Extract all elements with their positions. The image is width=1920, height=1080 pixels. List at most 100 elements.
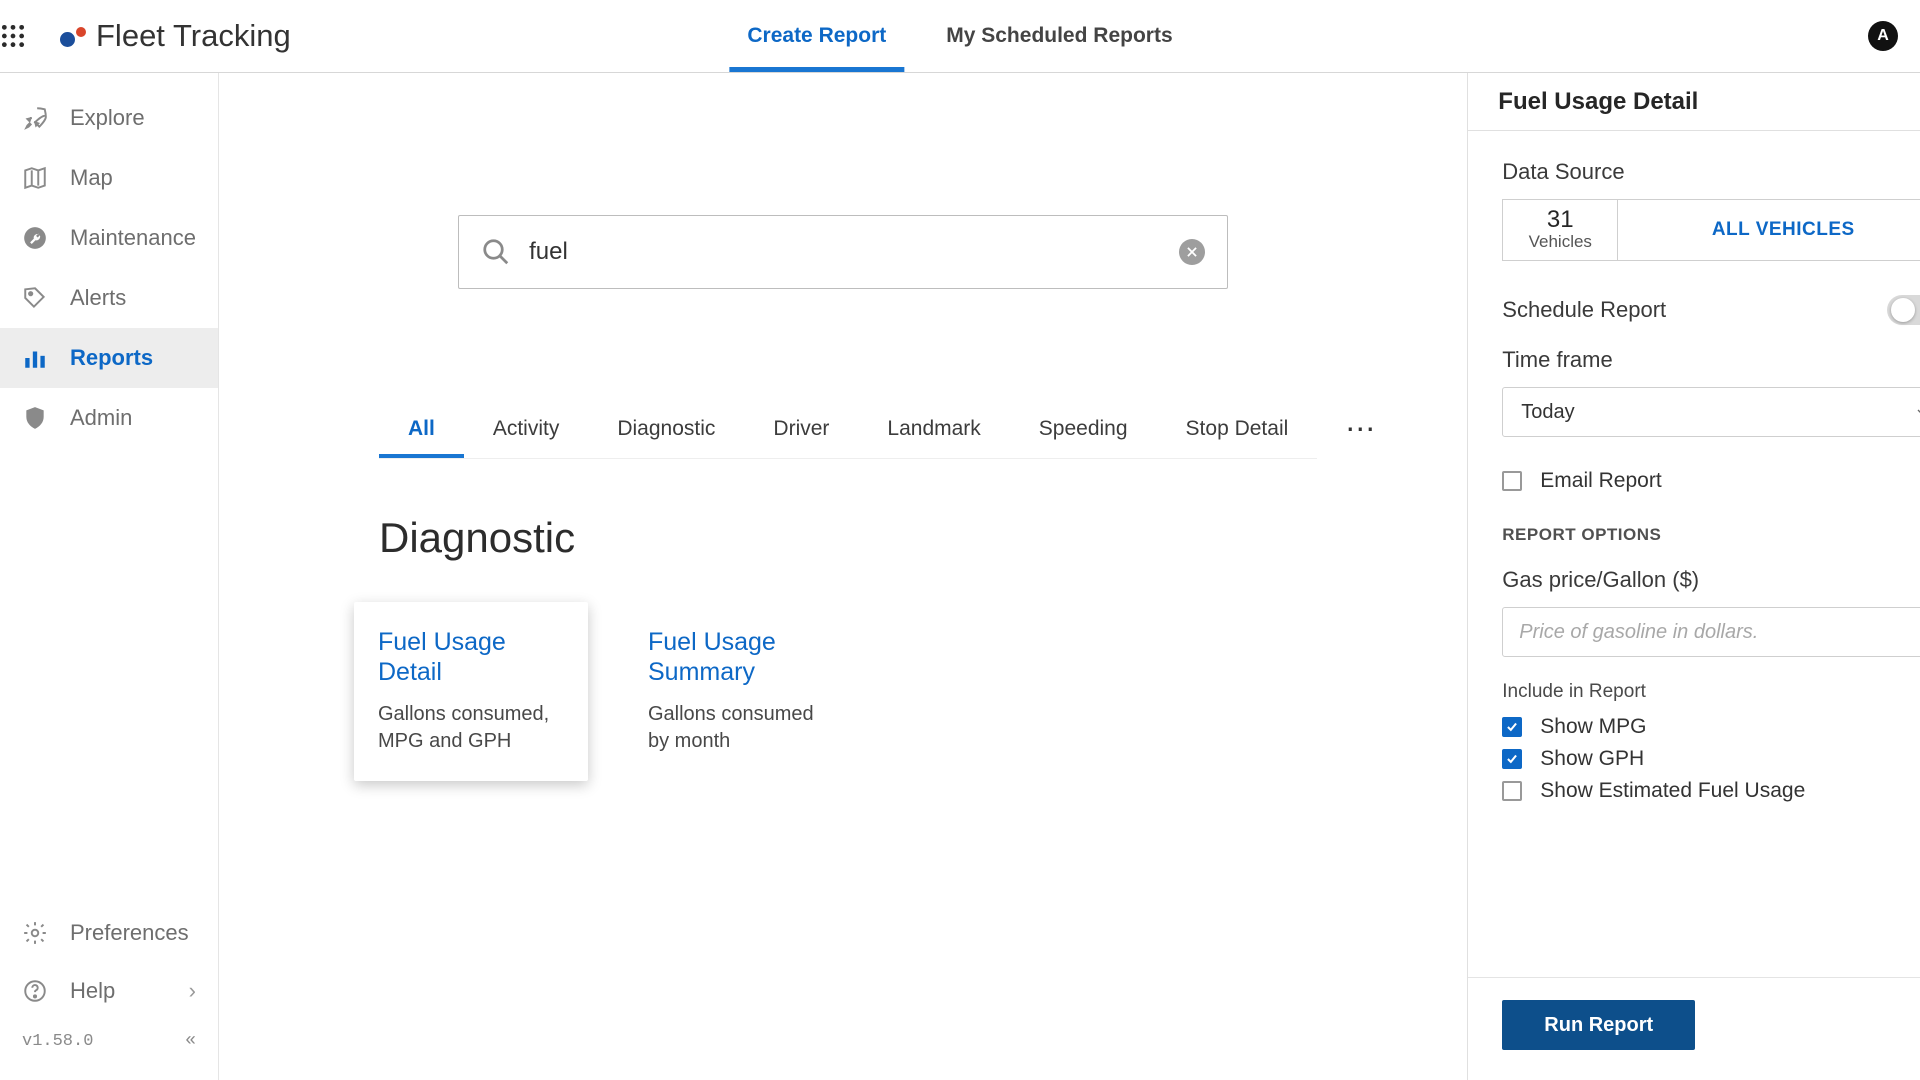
app-logo-icon — [60, 23, 86, 49]
category-tab-speeding[interactable]: Speeding — [1010, 399, 1157, 458]
chevron-down-icon — [1914, 404, 1920, 420]
panel-title: Fuel Usage Detail — [1498, 88, 1698, 116]
tab-scheduled-reports[interactable]: My Scheduled Reports — [946, 0, 1172, 72]
category-tab-landmark[interactable]: Landmark — [858, 399, 1009, 458]
detail-panel: Fuel Usage Detail ✕ Data Source 31 Vehic… — [1467, 73, 1920, 1080]
sidebar-item-reports[interactable]: Reports — [0, 328, 218, 388]
panel-body: Data Source 31 Vehicles ALL VEHICLES Sch… — [1468, 131, 1920, 977]
app-body: Explore Map Maintenance Alerts — [0, 73, 1920, 1080]
sidebar-item-label: Maintenance — [70, 225, 196, 251]
avatar[interactable]: A — [1868, 21, 1898, 51]
show-est-checkbox[interactable] — [1502, 781, 1522, 801]
sidebar-item-label: Explore — [70, 105, 145, 131]
apps-launcher-icon[interactable] — [0, 23, 60, 49]
category-tabs: All Activity Diagnostic Driver Landmark … — [379, 399, 1317, 459]
email-report-label: Email Report — [1540, 469, 1661, 493]
schedule-toggle[interactable] — [1887, 295, 1920, 325]
rocket-icon — [22, 105, 48, 131]
vehicle-unit: Vehicles — [1529, 232, 1592, 252]
shield-icon — [22, 405, 48, 431]
tag-icon — [22, 285, 48, 311]
search-input[interactable] — [529, 238, 1161, 266]
show-est-label: Show Estimated Fuel Usage — [1540, 779, 1805, 803]
sidebar-item-map[interactable]: Map — [0, 148, 218, 208]
vehicle-count: 31 — [1547, 208, 1574, 232]
sidebar-item-label: Help — [70, 978, 115, 1004]
sidebar-item-label: Reports — [70, 345, 153, 371]
include-in-report-label: Include in Report — [1502, 681, 1920, 703]
sidebar: Explore Map Maintenance Alerts — [0, 73, 218, 1080]
show-mpg-row: Show MPG — [1502, 715, 1920, 739]
main-area: All Activity Diagnostic Driver Landmark … — [218, 73, 1920, 1080]
report-cards: Fuel Usage Detail Gallons consumed, MPG … — [279, 602, 1407, 781]
show-est-row: Show Estimated Fuel Usage — [1502, 779, 1920, 803]
sidebar-item-label: Alerts — [70, 285, 126, 311]
app-title: Fleet Tracking — [60, 18, 291, 54]
data-source-box: 31 Vehicles ALL VEHICLES — [1502, 199, 1920, 261]
email-report-row: Email Report — [1502, 469, 1920, 493]
top-bar: Fleet Tracking Create Report My Schedule… — [0, 0, 1920, 73]
app-title-text: Fleet Tracking — [96, 18, 291, 54]
category-tab-all[interactable]: All — [379, 399, 464, 458]
category-tab-driver[interactable]: Driver — [744, 399, 858, 458]
email-report-checkbox[interactable] — [1502, 471, 1522, 491]
sidebar-item-explore[interactable]: Explore — [0, 88, 218, 148]
clear-search-icon[interactable] — [1179, 239, 1205, 265]
chevron-right-icon: › — [189, 978, 196, 1004]
sidebar-top-items: Explore Map Maintenance Alerts — [0, 73, 218, 904]
show-gph-checkbox[interactable] — [1502, 749, 1522, 769]
wrench-icon — [22, 225, 48, 251]
show-mpg-checkbox[interactable] — [1502, 717, 1522, 737]
tab-create-report[interactable]: Create Report — [747, 0, 886, 72]
sidebar-item-admin[interactable]: Admin — [0, 388, 218, 448]
sidebar-bottom-items: Preferences Help › v1.58.0 « — [0, 904, 218, 1080]
run-report-button[interactable]: Run Report — [1502, 1000, 1695, 1050]
bar-chart-icon — [22, 345, 48, 371]
card-desc: Gallons consumed by month — [648, 701, 834, 755]
sidebar-item-maintenance[interactable]: Maintenance — [0, 208, 218, 268]
content-area: All Activity Diagnostic Driver Landmark … — [219, 73, 1467, 1080]
show-gph-label: Show GPH — [1540, 747, 1644, 771]
search-box[interactable] — [458, 215, 1228, 289]
timeframe-label: Time frame — [1502, 347, 1920, 373]
version-text: v1.58.0 — [22, 1032, 93, 1051]
panel-footer: Run Report — [1468, 977, 1920, 1080]
schedule-row: Schedule Report — [1502, 295, 1920, 325]
help-icon — [22, 978, 48, 1004]
collapse-sidebar-icon[interactable]: « — [185, 1031, 196, 1051]
panel-header: Fuel Usage Detail ✕ — [1468, 73, 1920, 131]
card-desc: Gallons consumed, MPG and GPH — [378, 701, 564, 755]
category-tab-stop-detail[interactable]: Stop Detail — [1157, 399, 1318, 458]
show-mpg-label: Show MPG — [1540, 715, 1646, 739]
vehicle-count-box[interactable]: 31 Vehicles — [1503, 200, 1618, 260]
all-vehicles-button[interactable]: ALL VEHICLES — [1618, 200, 1920, 260]
sidebar-item-label: Preferences — [70, 920, 189, 946]
sidebar-item-alerts[interactable]: Alerts — [0, 268, 218, 328]
card-fuel-usage-summary[interactable]: Fuel Usage Summary Gallons consumed by m… — [624, 602, 858, 781]
category-tab-diagnostic[interactable]: Diagnostic — [588, 399, 744, 458]
report-options-header: REPORT OPTIONS — [1502, 525, 1920, 545]
category-tab-activity[interactable]: Activity — [464, 399, 589, 458]
card-title: Fuel Usage Summary — [648, 628, 834, 687]
show-gph-row: Show GPH — [1502, 747, 1920, 771]
sidebar-item-label: Admin — [70, 405, 132, 431]
search-wrap — [279, 215, 1407, 289]
version-row: v1.58.0 « — [0, 1020, 218, 1062]
timeframe-select[interactable]: Today — [1502, 387, 1920, 437]
gear-icon — [22, 920, 48, 946]
sidebar-item-help[interactable]: Help › — [0, 962, 218, 1020]
sidebar-item-label: Map — [70, 165, 113, 191]
schedule-label: Schedule Report — [1502, 297, 1666, 323]
search-icon — [481, 237, 511, 267]
section-title: Diagnostic — [279, 514, 1407, 562]
data-source-label: Data Source — [1502, 159, 1920, 185]
sidebar-item-preferences[interactable]: Preferences — [0, 904, 218, 962]
gas-price-input[interactable] — [1502, 607, 1920, 657]
more-tabs-icon[interactable]: ⋯ — [1317, 412, 1407, 447]
timeframe-value: Today — [1521, 401, 1574, 424]
card-fuel-usage-detail[interactable]: Fuel Usage Detail Gallons consumed, MPG … — [354, 602, 588, 781]
top-tabs: Create Report My Scheduled Reports — [747, 0, 1172, 72]
gas-price-label: Gas price/Gallon ($) — [1502, 567, 1920, 593]
category-tabs-wrap: All Activity Diagnostic Driver Landmark … — [279, 399, 1407, 459]
card-title: Fuel Usage Detail — [378, 628, 564, 687]
